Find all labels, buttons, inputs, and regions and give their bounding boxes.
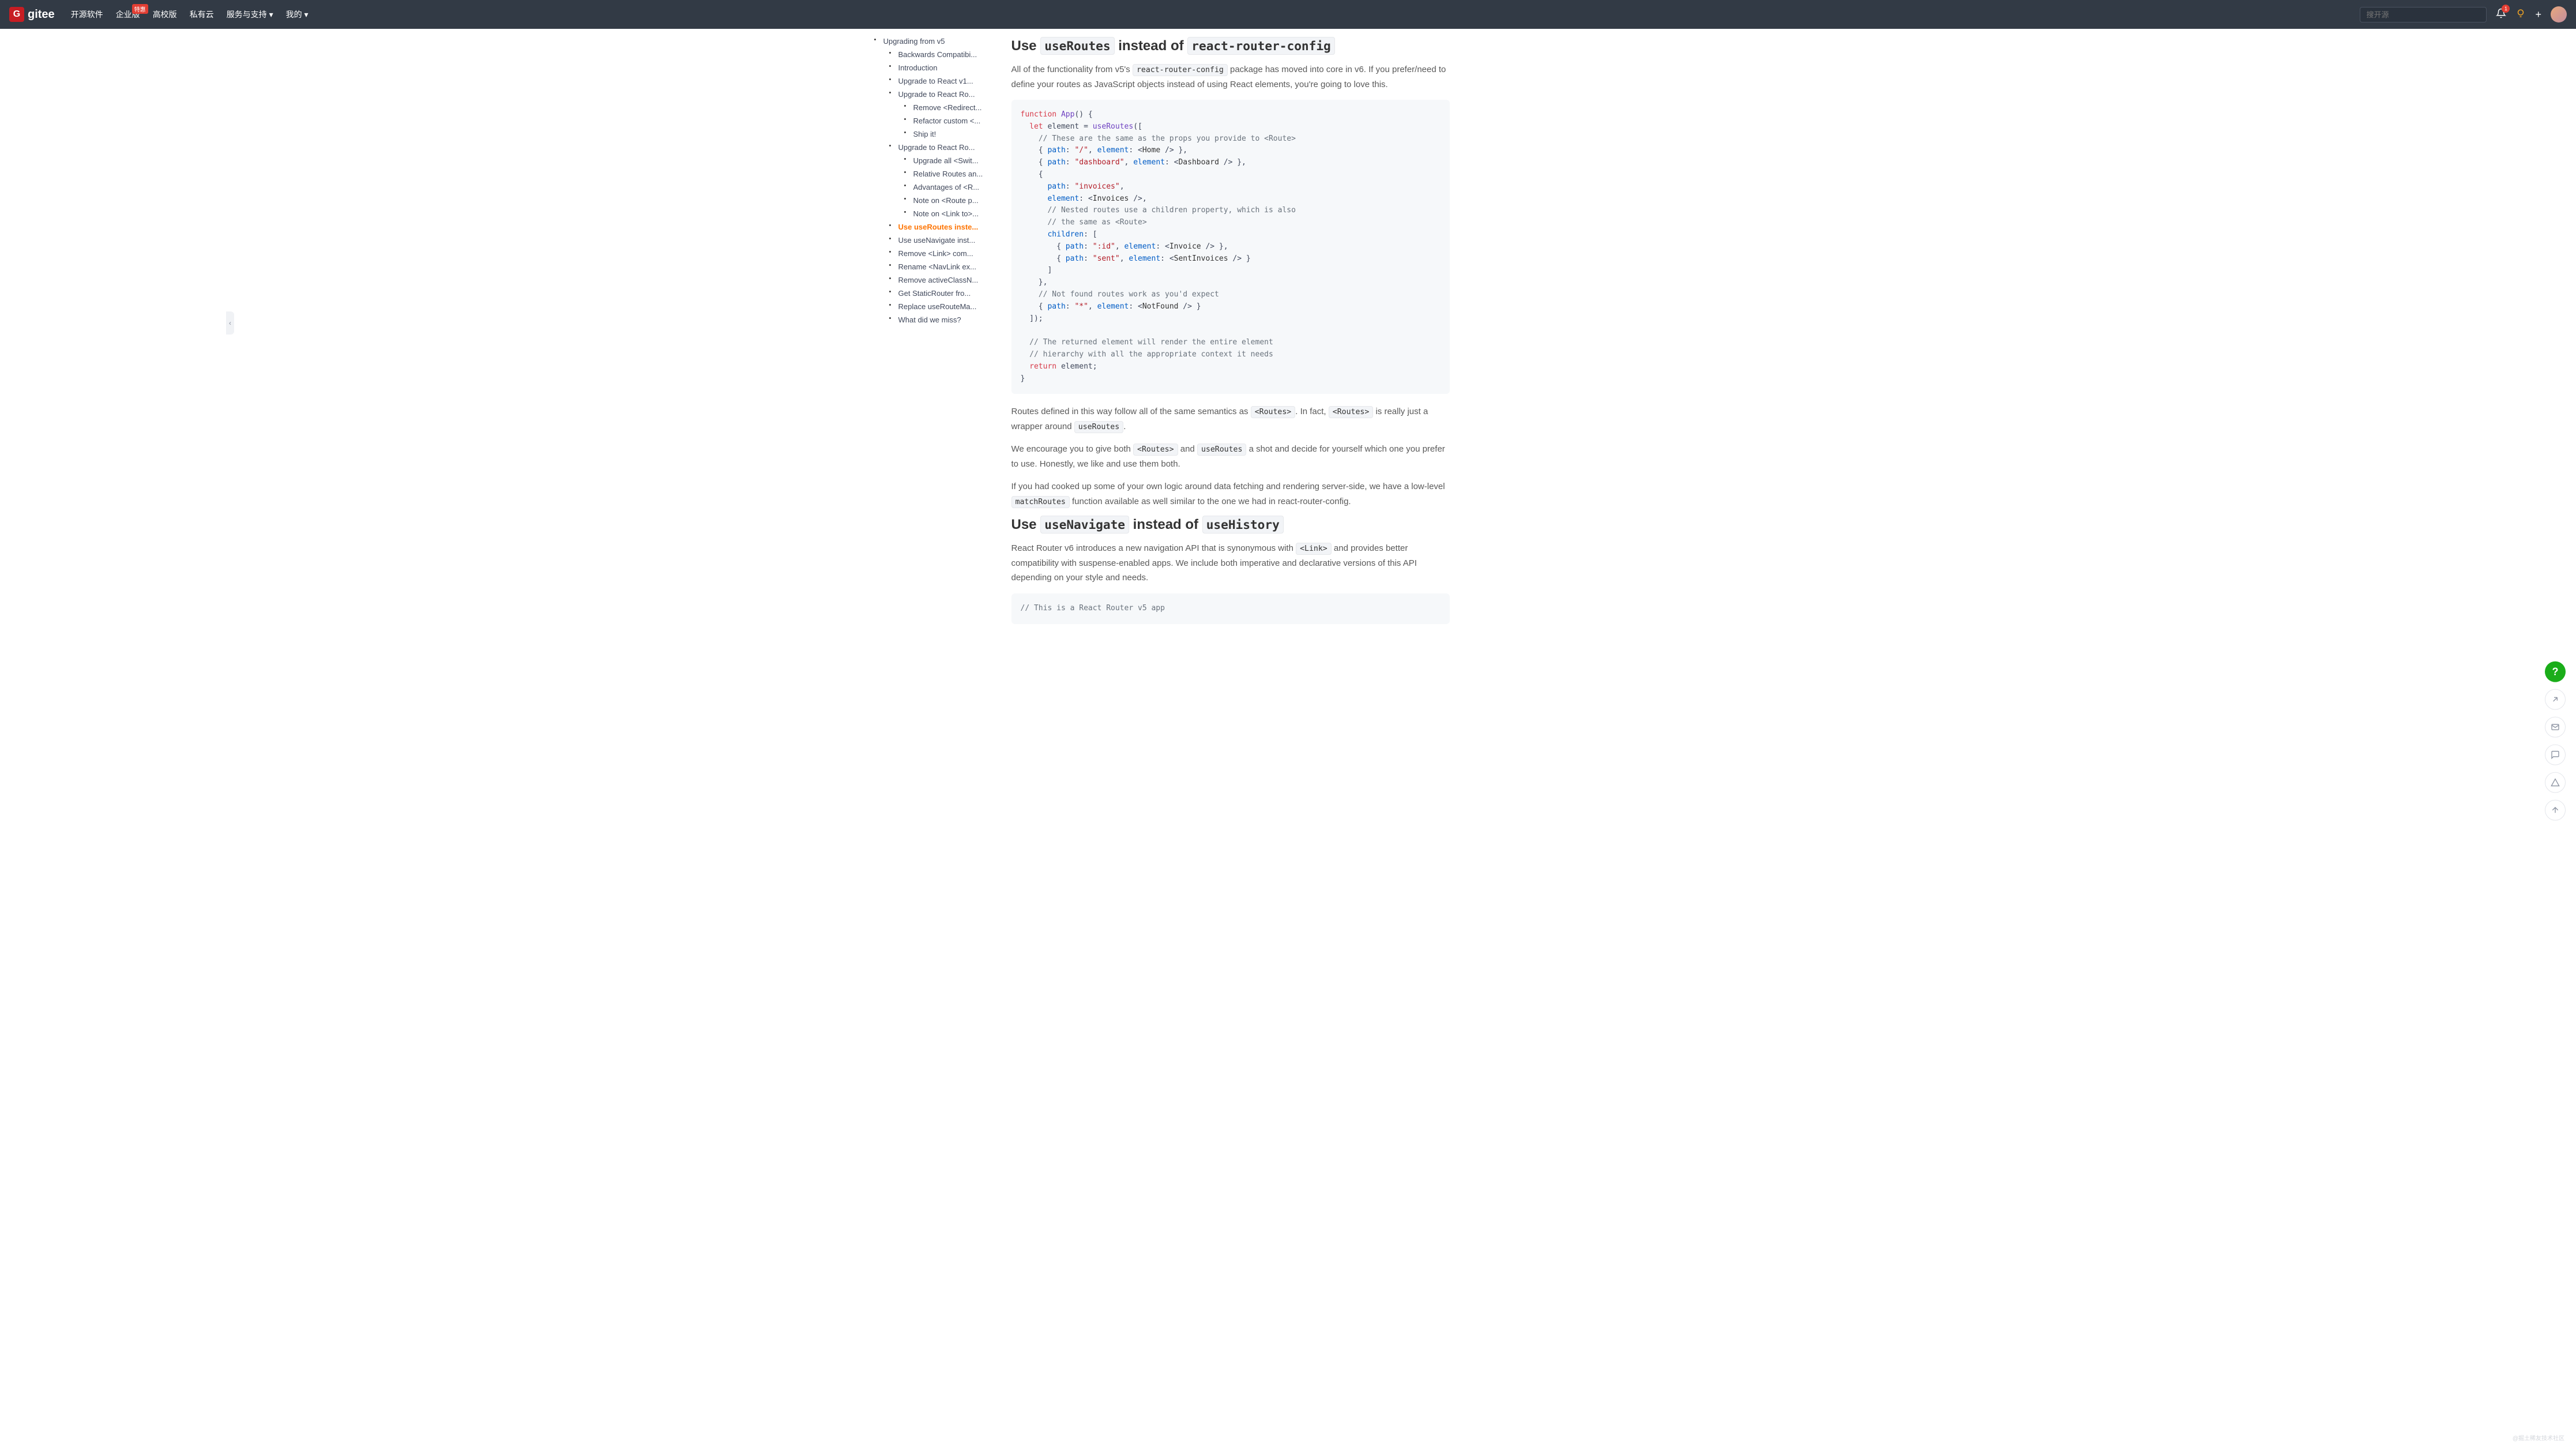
h-text: Use <box>1011 517 1041 532</box>
inline-code: <Routes> <box>1329 406 1374 418</box>
nav-item[interactable]: 开源软件 <box>71 9 103 20</box>
toc-item[interactable]: Replace useRouteMa... <box>897 300 994 313</box>
toc-item[interactable]: Upgrade to React Ro... <box>897 141 994 154</box>
content: Use useRoutes instead of react-router-co… <box>994 29 1467 658</box>
p-text: React Router v6 introduces a new navigat… <box>1011 543 1296 553</box>
mail-button[interactable] <box>2545 717 2566 738</box>
inline-code: <Routes> <box>1251 406 1296 418</box>
toc-subitem[interactable]: Relative Routes an... <box>912 167 994 181</box>
p-text: and <box>1178 444 1197 454</box>
p-text: Routes defined in this way follow all of… <box>1011 407 1251 416</box>
toc-item[interactable]: Get StaticRouter fro... <box>897 287 994 300</box>
notification-icon[interactable]: 1 <box>2496 8 2506 21</box>
p-text: . In fact, <box>1295 407 1329 416</box>
search-input[interactable] <box>2360 7 2487 22</box>
heading-useRoutes: Use useRoutes instead of react-router-co… <box>1011 38 1450 54</box>
sidebar-collapse-handle[interactable]: ‹ <box>226 311 234 335</box>
inline-code: <Link> <box>1296 543 1332 555</box>
code-comment: // This is a React Router v5 app <box>1021 604 1165 613</box>
toc-subitem[interactable]: Remove <Redirect... <box>912 101 994 114</box>
h-text: instead of <box>1129 517 1202 532</box>
toc-item[interactable]: What did we miss? <box>897 313 994 326</box>
inline-code: useRoutes <box>1074 421 1123 433</box>
nav-item[interactable]: 服务与支持 ▾ <box>227 9 273 20</box>
nav-item[interactable]: 企业版特惠 <box>116 9 140 20</box>
paragraph: React Router v6 introduces a new navigat… <box>1011 541 1450 585</box>
toc-subitem[interactable]: Ship it! <box>912 127 994 141</box>
paragraph: We encourage you to give both <Routes> a… <box>1011 442 1450 471</box>
logo-text: gitee <box>28 8 55 21</box>
inline-code: matchRoutes <box>1011 496 1070 508</box>
header-right: 1 + <box>2360 6 2567 22</box>
h-code: useNavigate <box>1040 516 1129 534</box>
toc-subitem[interactable]: Note on <Route p... <box>912 194 994 207</box>
plus-icon[interactable]: + <box>2535 9 2541 21</box>
toc-subitem[interactable]: Note on <Link to>... <box>912 207 994 220</box>
code-block-2: // This is a React Router v5 app <box>1011 593 1450 624</box>
toc-root[interactable]: Upgrading from v5 <box>882 35 994 48</box>
toc-subitem[interactable]: Advantages of <R... <box>912 181 994 194</box>
toc-item[interactable]: Backwards Compatibi... <box>897 48 994 61</box>
h-text: instead of <box>1115 38 1188 54</box>
toc-item[interactable]: Upgrade to React v1... <box>897 74 994 88</box>
p-text: function available as well similar to th… <box>1070 497 1351 506</box>
p-text: We encourage you to give both <box>1011 444 1134 454</box>
nav-item[interactable]: 我的 ▾ <box>286 9 309 20</box>
logo-icon: G <box>9 7 24 22</box>
main: Upgrading from v5 Backwards Compatibi...… <box>867 29 1709 658</box>
toc-item[interactable]: Remove <Link> com... <box>897 247 994 260</box>
h-code: useHistory <box>1202 516 1284 534</box>
inline-code: <Routes> <box>1133 444 1178 456</box>
nav-item[interactable]: 私有云 <box>190 9 214 20</box>
toc-sidebar: Upgrading from v5 Backwards Compatibi...… <box>867 29 994 658</box>
notification-badge: 1 <box>2502 5 2510 13</box>
toc-subitem[interactable]: Upgrade all <Swit... <box>912 154 994 167</box>
floating-tools: ? <box>2545 662 2566 821</box>
paragraph: Routes defined in this way follow all of… <box>1011 404 1450 434</box>
scroll-top-button[interactable] <box>2545 800 2566 821</box>
h-code: react-router-config <box>1187 37 1334 55</box>
inline-code: react-router-config <box>1133 64 1228 76</box>
paragraph: If you had cooked up some of your own lo… <box>1011 479 1450 509</box>
paragraph: All of the functionality from v5's react… <box>1011 62 1450 92</box>
help-button[interactable]: ? <box>2545 662 2566 682</box>
toc-item[interactable]: Use useNavigate inst... <box>897 234 994 247</box>
main-nav: 开源软件 企业版特惠 高校版 私有云 服务与支持 ▾ 我的 ▾ <box>71 9 309 20</box>
h-text: Use <box>1011 38 1041 54</box>
inline-code: useRoutes <box>1197 444 1246 456</box>
watermark: @掘土稀友技术社区 <box>2513 1433 2564 1442</box>
header-left: G gitee 开源软件 企业版特惠 高校版 私有云 服务与支持 ▾ 我的 ▾ <box>9 7 309 22</box>
share-button[interactable] <box>2545 689 2566 710</box>
h-code: useRoutes <box>1040 37 1114 55</box>
toc-item[interactable]: Remove activeClassN... <box>897 273 994 287</box>
heading-useNavigate: Use useNavigate instead of useHistory <box>1011 517 1450 533</box>
comment-button[interactable] <box>2545 745 2566 765</box>
code-block-1: function App() { let element = useRoutes… <box>1011 100 1450 394</box>
badge: 特惠 <box>132 4 148 14</box>
avatar[interactable] <box>2551 6 2567 22</box>
toc-item[interactable]: Use useRoutes inste... <box>897 220 994 234</box>
toc-item[interactable]: Introduction <box>897 61 994 74</box>
nav-item[interactable]: 高校版 <box>153 9 177 20</box>
warn-button[interactable] <box>2545 772 2566 793</box>
p-text: If you had cooked up some of your own lo… <box>1011 482 1445 491</box>
bulb-icon[interactable] <box>2515 8 2526 21</box>
toc-item[interactable]: Upgrade to React Ro... <box>897 88 994 101</box>
p-text: . <box>1123 422 1126 431</box>
p-text: All of the functionality from v5's <box>1011 65 1133 74</box>
logo[interactable]: G gitee <box>9 7 55 22</box>
toc-subitem[interactable]: Refactor custom <... <box>912 114 994 127</box>
toc-item[interactable]: Rename <NavLink ex... <box>897 260 994 273</box>
header: G gitee 开源软件 企业版特惠 高校版 私有云 服务与支持 ▾ 我的 ▾ 1 + <box>0 0 2576 29</box>
